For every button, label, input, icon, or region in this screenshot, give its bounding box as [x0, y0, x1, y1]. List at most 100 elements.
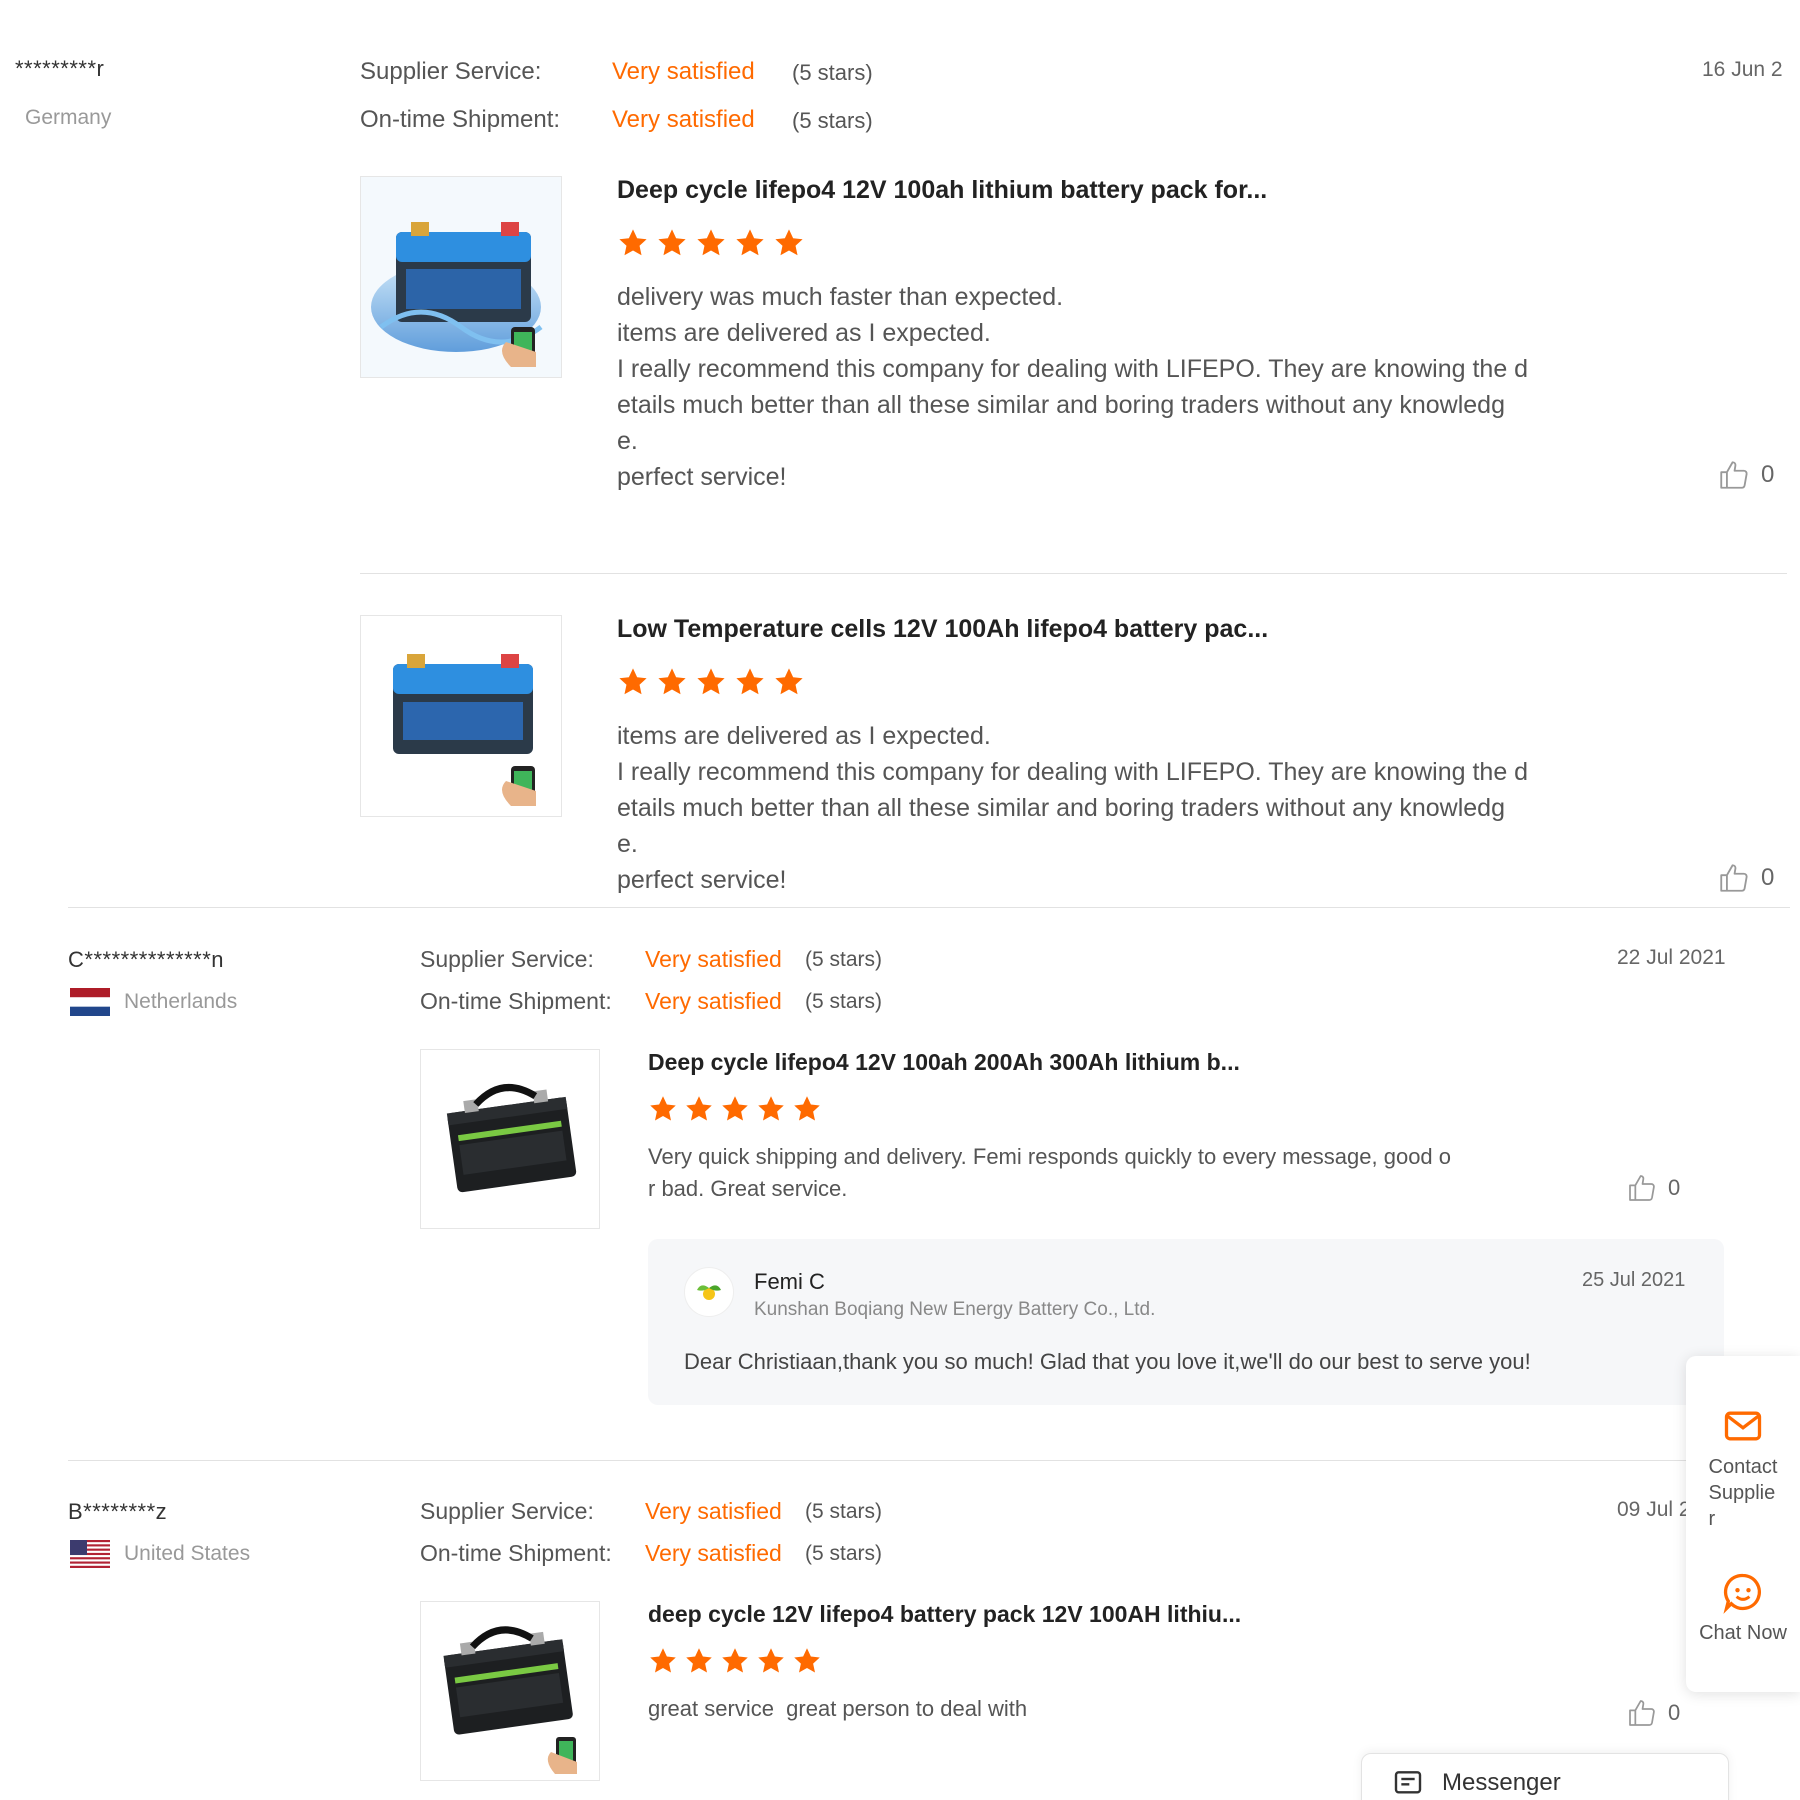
star-icon: [684, 1094, 714, 1124]
reviewer-name: B********z: [68, 1499, 168, 1524]
review-date: 09 Jul 2: [1617, 1498, 1691, 1521]
review-text: delivery was much faster than expected. …: [617, 283, 1529, 491]
country-label: Netherlands: [124, 990, 238, 1013]
like-button[interactable]: 0: [1626, 1697, 1680, 1729]
reviewer-country: Germany: [25, 106, 111, 130]
mail-icon: [1724, 1411, 1762, 1441]
black-battery-image: [421, 1050, 599, 1228]
star-rating: [617, 666, 805, 698]
reviewer-country: United States: [70, 1540, 250, 1568]
shipment-stars: (5 stars): [805, 1542, 883, 1565]
reviewer-name: C**************n: [68, 947, 224, 972]
thumbs-up-icon: [1626, 1172, 1658, 1204]
thumbs-up-icon: [1717, 861, 1751, 895]
star-icon: [773, 227, 805, 259]
shipment-label: On-time Shipment:: [420, 1540, 612, 1566]
supplier-service-value: Very satisfied: [645, 946, 782, 972]
reply-date: 25 Jul 2021: [1582, 1269, 1686, 1291]
product-thumbnail[interactable]: [360, 176, 562, 378]
like-count: 0: [1761, 461, 1775, 488]
star-icon: [792, 1646, 822, 1676]
reply-author: Femi C: [754, 1269, 825, 1294]
star-rating: [648, 1094, 822, 1124]
usa-flag-icon: [70, 1540, 110, 1568]
battery-phone-image: [361, 616, 561, 816]
chat-now-label: Chat Now: [1699, 1622, 1787, 1644]
supplier-service-stars: (5 stars): [805, 948, 883, 971]
star-icon: [695, 666, 727, 698]
chat-smile-icon: [1723, 1573, 1762, 1614]
product-thumbnail[interactable]: [420, 1601, 600, 1781]
star-icon: [720, 1646, 750, 1676]
product-title[interactable]: Deep cycle lifepo4 12V 100ah lithium bat…: [617, 176, 1267, 205]
thumbs-up-icon: [1626, 1697, 1658, 1729]
supplier-service-label: Supplier Service:: [420, 1498, 594, 1524]
shipment-value: Very satisfied: [612, 106, 755, 133]
messenger-tab[interactable]: Messenger: [1361, 1753, 1729, 1800]
like-count: 0: [1761, 864, 1775, 891]
review-text: Very quick shipping and delivery. Femi r…: [648, 1144, 1452, 1201]
messenger-icon: [1394, 1771, 1422, 1794]
product-title[interactable]: deep cycle 12V lifepo4 battery pack 12V …: [648, 1601, 1241, 1628]
contact-supplier-button[interactable]: Contact Supplie r: [1686, 1404, 1800, 1532]
shipment-stars: (5 stars): [805, 990, 883, 1013]
netherlands-flag-icon: [70, 988, 110, 1016]
supplier-logo-avatar: [684, 1267, 734, 1317]
like-button[interactable]: 0: [1717, 458, 1774, 492]
shipment-label: On-time Shipment:: [360, 106, 561, 133]
star-icon: [734, 227, 766, 259]
star-icon: [648, 1646, 678, 1676]
star-icon: [720, 1094, 750, 1124]
star-icon: [656, 227, 688, 259]
product-title[interactable]: Low Temperature cells 12V 100Ah lifepo4 …: [617, 615, 1268, 644]
like-button[interactable]: 0: [1717, 861, 1774, 895]
chat-now-button[interactable]: Chat Now: [1686, 1570, 1800, 1646]
star-icon: [695, 227, 727, 259]
reviewer-name: *********r: [15, 56, 105, 81]
reviewer-country: Netherlands: [70, 988, 237, 1016]
contact-supplier-label: Contact Supplie r: [1708, 1456, 1778, 1530]
supplier-service-label: Supplier Service:: [360, 58, 542, 85]
product-thumbnail[interactable]: [360, 615, 562, 817]
star-icon: [656, 666, 688, 698]
review-text: items are delivered as I expected. I rea…: [617, 722, 1529, 894]
battery-water-phone-image: [361, 177, 561, 377]
floating-contact-panel: Contact Supplie r Chat Now: [1686, 1356, 1800, 1692]
product-thumbnail[interactable]: [420, 1049, 600, 1229]
supplier-reply: Femi C Kunshan Boqiang New Energy Batter…: [648, 1239, 1724, 1405]
leaf-logo-icon: [697, 1285, 721, 1300]
supplier-service-value: Very satisfied: [612, 58, 755, 85]
like-count: 0: [1668, 1700, 1681, 1725]
star-icon: [648, 1094, 678, 1124]
star-icon: [773, 666, 805, 698]
shipment-value: Very satisfied: [645, 988, 782, 1014]
reply-company: Kunshan Boqiang New Energy Battery Co., …: [754, 1299, 1156, 1320]
country-label: United States: [124, 1542, 251, 1565]
shipment-label: On-time Shipment:: [420, 988, 612, 1014]
divider: [68, 907, 1790, 908]
divider: [360, 573, 1787, 574]
supplier-service-label: Supplier Service:: [420, 946, 594, 972]
star-icon: [617, 666, 649, 698]
shipment-stars: (5 stars): [792, 108, 873, 133]
star-icon: [734, 666, 766, 698]
messenger-label: Messenger: [1442, 1769, 1561, 1796]
black-battery-phone-image: [421, 1602, 599, 1780]
star-icon: [684, 1646, 714, 1676]
shipment-value: Very satisfied: [645, 1540, 782, 1566]
supplier-service-stars: (5 stars): [805, 1500, 883, 1523]
star-rating: [648, 1646, 822, 1676]
like-button[interactable]: 0: [1626, 1172, 1680, 1204]
country-label: Germany: [25, 106, 112, 129]
supplier-service-value: Very satisfied: [645, 1498, 782, 1524]
star-rating: [617, 227, 805, 259]
reply-text: Dear Christiaan,thank you so much! Glad …: [684, 1349, 1531, 1374]
thumbs-up-icon: [1717, 458, 1751, 492]
star-icon: [617, 227, 649, 259]
supplier-service-stars: (5 stars): [792, 60, 873, 85]
star-icon: [756, 1646, 786, 1676]
star-icon: [792, 1094, 822, 1124]
review-date: 22 Jul 2021: [1617, 946, 1726, 969]
product-title[interactable]: Deep cycle lifepo4 12V 100ah 200Ah 300Ah…: [648, 1049, 1240, 1076]
review-date: 16 Jun 2: [1702, 58, 1783, 81]
